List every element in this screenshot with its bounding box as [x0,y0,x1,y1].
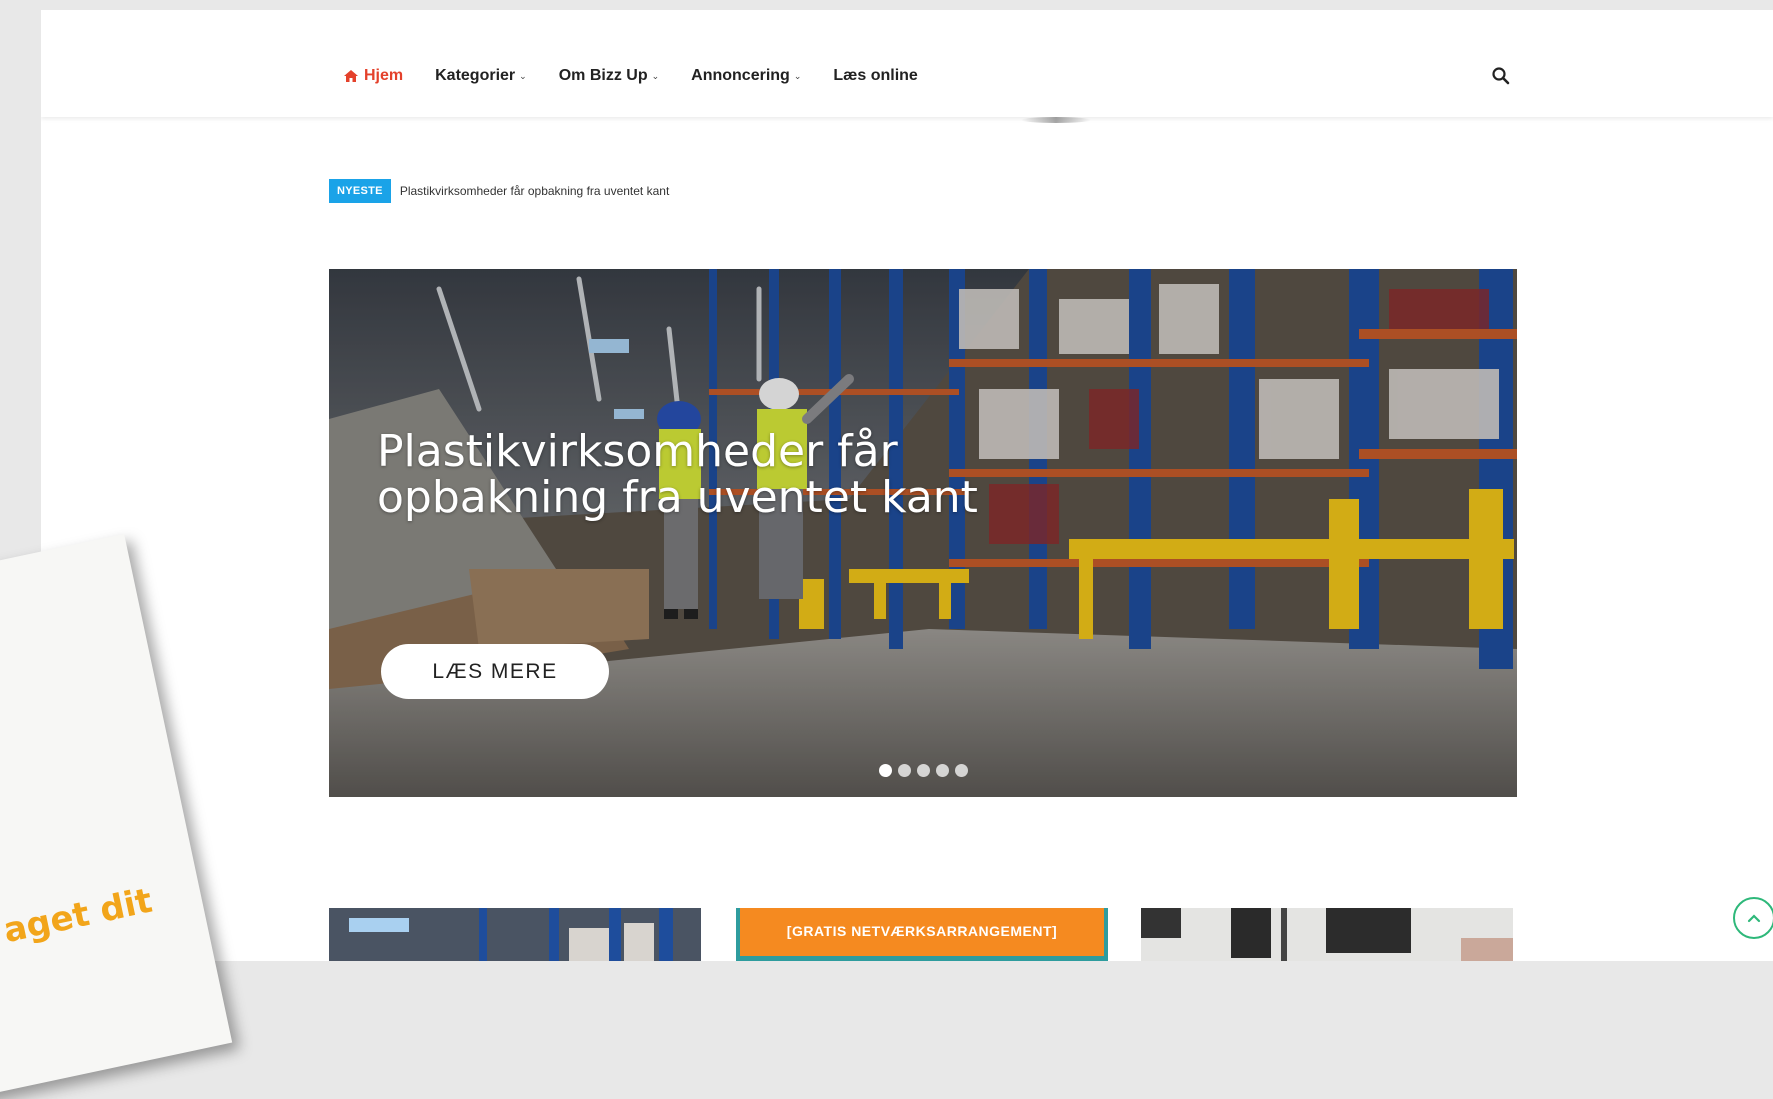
chevron-down-icon: ⌄ [793,70,802,81]
slider-dot-3[interactable] [917,764,930,777]
article-card-3[interactable] [1141,908,1513,961]
chevron-up-icon [1747,914,1761,923]
nav-item-label: Annoncering [691,67,790,84]
main-navigation: Hjem Kategorier ⌄ Om Bizz Up ⌄ Annonceri… [41,10,1773,117]
slider-dot-1[interactable] [879,764,892,777]
nav-item-laes-online[interactable]: Læs online [833,67,917,85]
home-icon [344,70,358,82]
web-page: Hjem Kategorier ⌄ Om Bizz Up ⌄ Annonceri… [41,10,1773,961]
nav-item-label: Hjem [364,67,404,84]
event-badge: [GRATIS NETVÆRKSARRANGEMENT] [740,908,1104,956]
news-ticker: NYESTE Plastikvirksomheder får opbakning… [329,179,669,203]
nav-item-label: Om Bizz Up [558,67,648,84]
search-icon[interactable] [1491,66,1511,86]
article-card-1[interactable] [329,908,701,961]
article-card-2[interactable]: [GRATIS NETVÆRKSARRANGEMENT] [736,908,1108,961]
ticker-badge: NYESTE [329,179,391,203]
decorative-shadow [1021,117,1091,123]
chevron-down-icon: ⌄ [519,70,527,81]
hero-headline: Plastikvirksomheder får opbakning fra uv… [377,426,978,523]
card-thumbnail-office [1141,908,1513,961]
card-thumbnail-warehouse [329,908,701,961]
scroll-to-top-button[interactable] [1733,897,1773,939]
ticker-headline-link[interactable]: Plastikvirksomheder får opbakning fra uv… [400,184,669,198]
chevron-down-icon: ⌄ [651,70,660,81]
read-more-button[interactable]: LÆS MERE [381,644,609,699]
slider-dot-5[interactable] [955,764,968,777]
slider-dot-4[interactable] [936,764,949,777]
slider-dot-2[interactable] [898,764,911,777]
nav-item-label: Kategorier [435,67,516,84]
nav-item-kategorier[interactable]: Kategorier ⌄ [435,67,527,85]
warehouse-photo [329,269,1517,797]
nav-item-label: Læs online [833,67,918,84]
nav-item-annoncering[interactable]: Annoncering ⌄ [691,67,801,85]
nav-item-om-bizz-up[interactable]: Om Bizz Up ⌄ [559,67,659,85]
hero-slider: Plastikvirksomheder får opbakning fra uv… [329,269,1517,797]
nav-item-home[interactable]: Hjem [344,67,403,85]
nav-menu: Hjem Kategorier ⌄ Om Bizz Up ⌄ Annonceri… [344,67,950,85]
slider-dots [879,764,974,777]
